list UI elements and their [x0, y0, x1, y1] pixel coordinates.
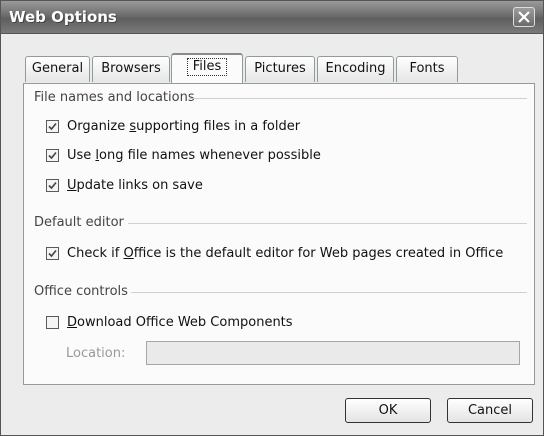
- group-header-default-editor: Default editor: [34, 215, 124, 230]
- tab-label: Files: [186, 58, 228, 76]
- checkmark-icon: [48, 181, 57, 190]
- web-options-dialog: Web Options General Browsers Files Pictu…: [0, 0, 544, 436]
- checkmark-icon: [48, 151, 57, 160]
- group-divider: [131, 292, 527, 293]
- tab-files[interactable]: Files: [171, 53, 243, 83]
- tab-label: Pictures: [254, 61, 306, 76]
- checkmark-icon: [48, 249, 57, 258]
- tab-fonts[interactable]: Fonts: [396, 56, 458, 82]
- long-file-names-checkbox[interactable]: [46, 149, 59, 162]
- close-button[interactable]: [513, 7, 535, 27]
- group-header-office-controls: Office controls: [34, 284, 128, 299]
- checkmark-icon: [48, 122, 57, 131]
- checkbox-label: Download Office Web Components: [67, 315, 293, 330]
- tab-label: Encoding: [325, 61, 386, 76]
- location-label: Location:: [66, 346, 126, 361]
- group-divider: [128, 223, 527, 224]
- tab-general[interactable]: General: [25, 56, 90, 82]
- office-default-editor-checkbox[interactable]: [46, 247, 59, 260]
- checkbox-label: Organize supporting files in a folder: [67, 119, 301, 134]
- tab-label: Browsers: [101, 61, 161, 76]
- tab-encoding[interactable]: Encoding: [317, 56, 394, 82]
- title-bar[interactable]: Web Options: [1, 1, 543, 34]
- ok-button[interactable]: OK: [345, 398, 431, 423]
- tab-label: General: [31, 61, 84, 76]
- checkbox-label: Update links on save: [67, 178, 203, 193]
- window-title: Web Options: [9, 8, 117, 26]
- close-icon: [518, 11, 530, 23]
- group-divider: [189, 98, 527, 99]
- checkbox-label: Check if Office is the default editor fo…: [67, 246, 504, 261]
- cancel-button[interactable]: Cancel: [447, 398, 533, 423]
- tab-label: Fonts: [409, 61, 445, 76]
- update-links-checkbox[interactable]: [46, 179, 59, 192]
- organize-supporting-files-checkbox[interactable]: [46, 120, 59, 133]
- tab-pictures[interactable]: Pictures: [245, 56, 315, 82]
- download-web-components-checkbox[interactable]: [46, 316, 59, 329]
- tab-browsers[interactable]: Browsers: [92, 56, 170, 82]
- group-header-file-names: File names and locations: [34, 90, 195, 105]
- checkbox-label: Use long file names whenever possible: [67, 148, 321, 163]
- location-input[interactable]: [146, 341, 520, 365]
